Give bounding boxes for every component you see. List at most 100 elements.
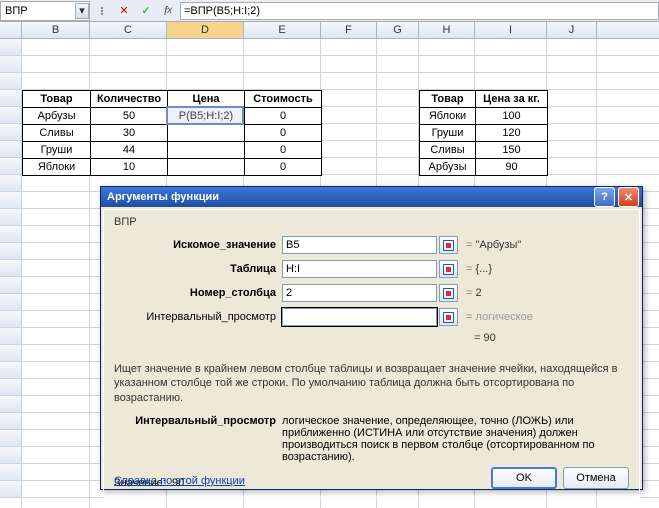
table-cell[interactable]: 90 [476, 159, 548, 176]
column-header-C[interactable]: C [90, 22, 167, 38]
table-cell[interactable]: 10 [91, 159, 168, 176]
table-cell[interactable]: Арбузы [23, 108, 91, 125]
argument-eval: = {...} [466, 263, 492, 275]
table-cell[interactable]: Р(B5;H:I;2) [168, 108, 245, 125]
cancel-button[interactable]: Отмена [563, 467, 629, 489]
table-header: Количество [91, 91, 168, 108]
enter-formula-icon[interactable]: ✓ [136, 2, 156, 20]
dialog-title: Аргументы функции [107, 191, 219, 203]
function-name: ВПР [114, 216, 629, 228]
row-header[interactable] [0, 226, 22, 243]
column-header-H[interactable]: H [419, 22, 475, 38]
table-row: Яблоки100 [420, 108, 548, 125]
row-header[interactable] [0, 56, 22, 73]
table-header: Цена [168, 91, 245, 108]
dialog-close-button[interactable]: ✕ [618, 187, 639, 207]
argument-input[interactable]: H:I [282, 260, 437, 278]
row-header[interactable] [0, 141, 22, 158]
argument-row: Искомое_значениеB5= "Арбузы" [114, 234, 629, 256]
row-header[interactable] [0, 192, 22, 209]
table-cell[interactable]: 0 [245, 159, 322, 176]
table-cell[interactable]: 0 [245, 108, 322, 125]
select-all-corner[interactable] [0, 22, 22, 38]
row-header[interactable] [0, 447, 22, 464]
row-header[interactable] [0, 345, 22, 362]
row-header[interactable] [0, 107, 22, 124]
argument-label: Таблица [114, 263, 282, 275]
row-header[interactable] [0, 430, 22, 447]
table-cell[interactable]: 30 [91, 125, 168, 142]
column-header-B[interactable]: B [22, 22, 90, 38]
table-cell[interactable]: Яблоки [420, 108, 476, 125]
table-cell[interactable]: Груши [23, 142, 91, 159]
row-header[interactable] [0, 243, 22, 260]
argument-input[interactable]: 2 [282, 284, 437, 302]
row-header[interactable] [0, 39, 22, 56]
row-header[interactable] [0, 175, 22, 192]
table-row: Арбузы50Р(B5;H:I;2)0 [23, 108, 322, 125]
table-cell[interactable]: Сливы [23, 125, 91, 142]
formula-input[interactable]: =ВПР(B5;H:I;2) [180, 2, 659, 20]
table-row: Яблоки10 0 [23, 159, 322, 176]
table-cell[interactable]: Арбузы [420, 159, 476, 176]
row-header[interactable] [0, 311, 22, 328]
row-header[interactable] [0, 124, 22, 141]
dialog-titlebar[interactable]: Аргументы функции ? ✕ [101, 187, 642, 207]
range-selector-icon[interactable] [439, 308, 458, 326]
row-header[interactable] [0, 209, 22, 226]
range-selector-icon[interactable] [439, 284, 458, 302]
name-box[interactable]: ВПР ▾ [0, 1, 90, 21]
row-header[interactable] [0, 294, 22, 311]
table-cell[interactable] [168, 142, 245, 159]
row-header[interactable] [0, 328, 22, 345]
separator-icon [92, 2, 112, 20]
insert-function-icon[interactable]: fx [158, 2, 178, 20]
table-cell[interactable] [168, 159, 245, 176]
row-header[interactable] [0, 413, 22, 430]
row-header[interactable] [0, 158, 22, 175]
argument-row: ТаблицаH:I = {...} [114, 258, 629, 280]
function-description: Ищет значение в крайнем левом столбце та… [114, 362, 629, 405]
table-cell[interactable]: 150 [476, 142, 548, 159]
range-selector-icon[interactable] [439, 236, 458, 254]
range-selector-icon[interactable] [439, 260, 458, 278]
table-cell[interactable]: 50 [91, 108, 168, 125]
argument-eval: = "Арбузы" [466, 239, 521, 251]
row-header[interactable] [0, 379, 22, 396]
argument-eval: = логическое [466, 311, 533, 323]
row-header[interactable] [0, 362, 22, 379]
table-cell[interactable]: 44 [91, 142, 168, 159]
argument-input[interactable]: B5 [282, 236, 437, 254]
row-header[interactable] [0, 481, 22, 498]
table-cell[interactable]: Сливы [420, 142, 476, 159]
column-header-G[interactable]: G [377, 22, 419, 38]
table-cell[interactable]: 100 [476, 108, 548, 125]
row-header[interactable] [0, 396, 22, 413]
help-link[interactable]: Справка по этой функции [114, 475, 245, 487]
argument-input[interactable] [282, 308, 437, 326]
table-cell[interactable]: Груши [420, 125, 476, 142]
argument-label: Номер_столбца [114, 287, 282, 299]
column-header-E[interactable]: E [244, 22, 321, 38]
row-header[interactable] [0, 277, 22, 294]
cancel-formula-icon[interactable]: ✕ [114, 2, 134, 20]
table-cell[interactable]: 0 [245, 142, 322, 159]
column-header-F[interactable]: F [321, 22, 377, 38]
argument-row: Интервальный_просмотр= логическое [114, 306, 629, 328]
column-header-J[interactable]: J [547, 22, 597, 38]
table-row: Сливы150 [420, 142, 548, 159]
name-box-dropdown-icon[interactable]: ▾ [75, 3, 89, 19]
table-cell[interactable]: 0 [245, 125, 322, 142]
ok-button[interactable]: OK [491, 467, 557, 489]
table-cell[interactable]: 120 [476, 125, 548, 142]
row-header[interactable] [0, 260, 22, 277]
function-arguments-dialog: Аргументы функции ? ✕ ВПР Искомое_значен… [100, 186, 643, 490]
table-cell[interactable] [168, 125, 245, 142]
row-header[interactable] [0, 73, 22, 90]
row-header[interactable] [0, 464, 22, 481]
row-header[interactable] [0, 90, 22, 107]
column-header-I[interactable]: I [475, 22, 547, 38]
column-header-D[interactable]: D [167, 22, 244, 38]
table-cell[interactable]: Яблоки [23, 159, 91, 176]
dialog-help-button[interactable]: ? [594, 187, 615, 207]
